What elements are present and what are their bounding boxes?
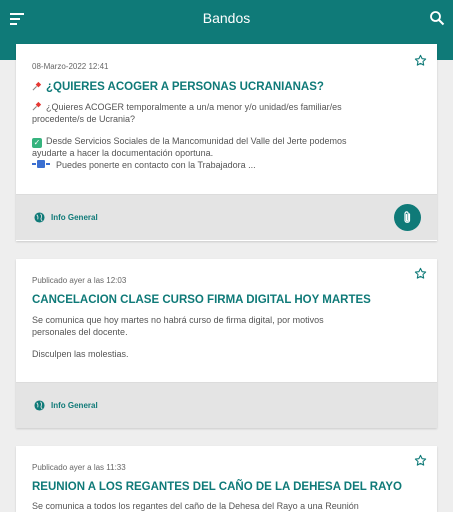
search-icon[interactable]	[429, 10, 445, 26]
star-outline-icon[interactable]	[414, 454, 427, 467]
paperclip-icon	[404, 211, 411, 223]
card-headline[interactable]: CANCELACION CLASE CURSO FIRMA DIGITAL HO…	[32, 294, 421, 306]
telephone-icon	[32, 159, 50, 168]
card-body: Se comunica que hoy martes no habrá curs…	[32, 315, 324, 359]
card-date: Publicado ayer a las 11:33	[32, 463, 126, 472]
news-card[interactable]: Publicado ayer a las 12:03 CANCELACION C…	[16, 259, 437, 428]
card-date: Publicado ayer a las 12:03	[32, 276, 127, 285]
star-outline-icon[interactable]	[414, 54, 427, 67]
card-date: 08-Marzo-2022 12:41	[32, 62, 109, 71]
page-title: Bandos	[202, 10, 251, 26]
pushpin-icon	[32, 81, 42, 91]
card-headline[interactable]: ¿QUIERES ACOGER A PERSONAS UCRANIANAS?	[32, 80, 421, 93]
news-card[interactable]: 08-Marzo-2022 12:41 ¿QUIERES ACOGER A PE…	[16, 44, 437, 241]
check-mark-icon: ✓	[32, 138, 42, 148]
card-body: ¿Quieres ACOGER temporalmente a un/a men…	[32, 101, 347, 170]
card-headline[interactable]: REUNION A LOS REGANTES DEL CAÑO DE LA DE…	[32, 481, 421, 493]
star-outline-icon[interactable]	[414, 267, 427, 280]
card-footer: Info General	[16, 382, 437, 428]
pushpin-icon	[32, 101, 42, 111]
attachment-button[interactable]	[394, 204, 421, 231]
globe-icon	[34, 400, 45, 411]
globe-icon	[34, 212, 45, 223]
category-label[interactable]: Info General	[51, 213, 98, 222]
card-footer: Info General	[16, 194, 437, 240]
news-card[interactable]: Publicado ayer a las 11:33 REUNION A LOS…	[16, 446, 437, 512]
card-body: Se comunica a todos los regantes del cañ…	[32, 501, 359, 511]
category-label[interactable]: Info General	[51, 401, 98, 410]
